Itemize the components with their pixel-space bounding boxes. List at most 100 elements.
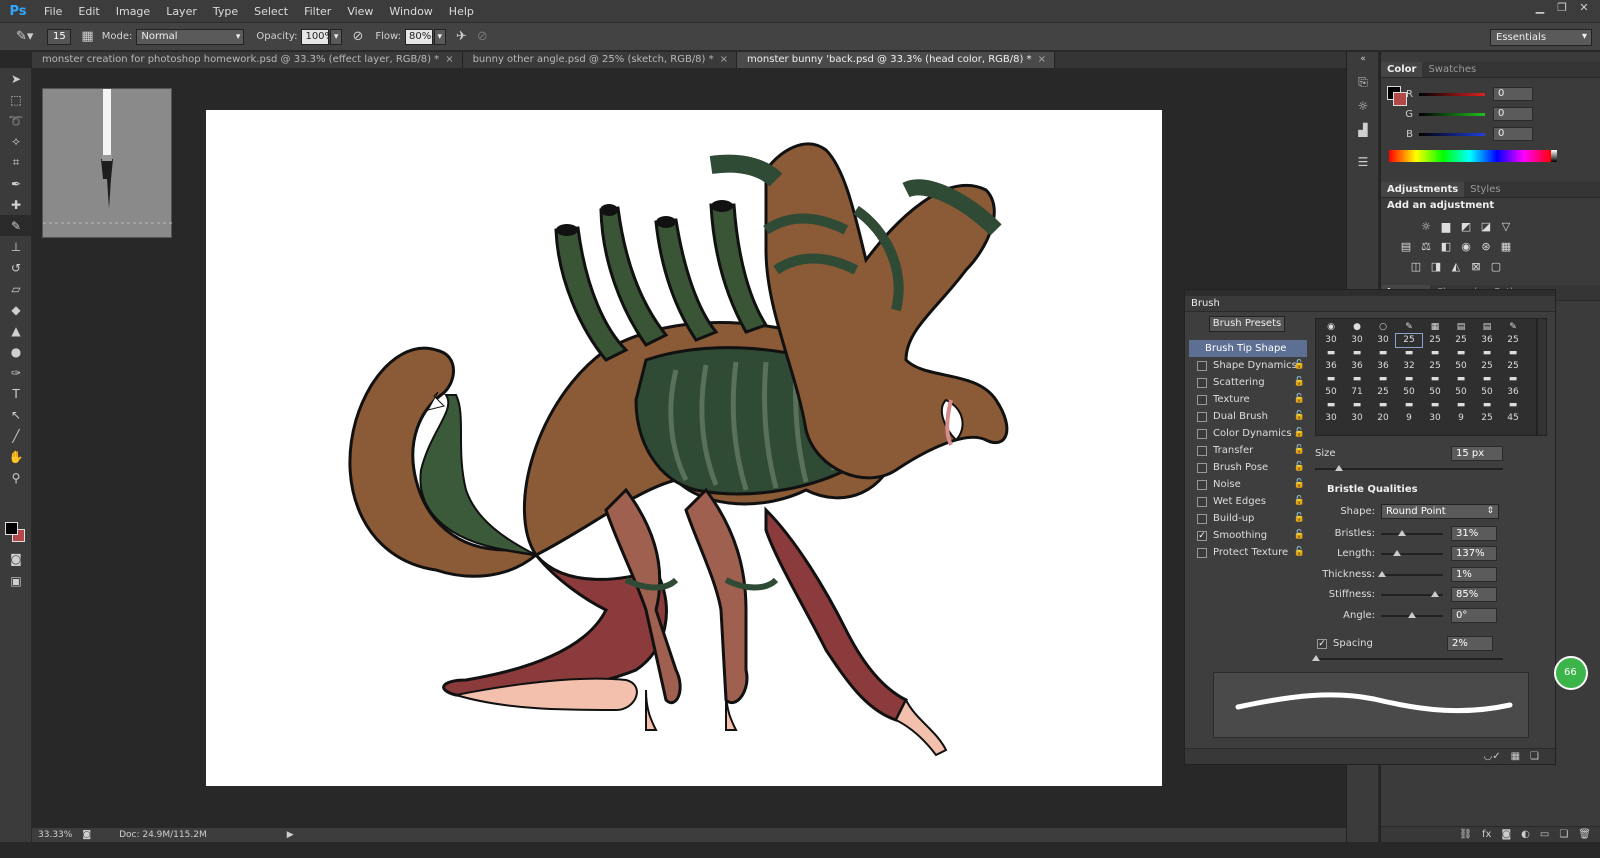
flow-dropdown[interactable] — [434, 28, 447, 45]
exposure-icon[interactable]: ◪ — [1479, 221, 1493, 233]
brush-tip-size[interactable]: 36 — [1474, 334, 1500, 347]
brush-tip-size[interactable]: 50 — [1396, 386, 1422, 399]
spacing-slider[interactable] — [1312, 655, 1503, 661]
vibrance-icon[interactable]: ▽ — [1499, 221, 1513, 233]
checkbox[interactable] — [1197, 360, 1207, 371]
brush-tip-size[interactable]: 9 — [1396, 412, 1422, 425]
screen-mode-icon[interactable]: ▣ — [0, 570, 32, 591]
selective-color-icon[interactable]: ▢ — [1489, 261, 1503, 273]
pressure-opacity-icon[interactable]: ⊘ — [352, 29, 363, 44]
red-value[interactable]: 0 — [1493, 87, 1533, 101]
lasso-tool-icon[interactable]: ➰ — [0, 110, 32, 131]
brush-tip-icon[interactable]: ✎ — [1500, 321, 1526, 334]
brush-tip-size[interactable]: 30 — [1344, 334, 1370, 347]
brush-tip-icon[interactable]: ▬ — [1474, 399, 1500, 412]
brush-tip-icon[interactable]: ▬ — [1448, 347, 1474, 360]
document-tab[interactable]: monster creation for photoshop homework.… — [32, 52, 463, 68]
menu-image[interactable]: Image — [108, 5, 158, 18]
slider-thumb[interactable] — [1408, 611, 1416, 618]
menu-edit[interactable]: Edit — [70, 5, 107, 18]
mask-icon[interactable]: ◙ — [1501, 827, 1511, 842]
menu-file[interactable]: File — [36, 5, 70, 18]
lock-icon[interactable]: 🔓 — [1294, 360, 1305, 370]
brush-tip-icon[interactable]: ▬ — [1422, 347, 1448, 360]
brush-tip-icon[interactable]: ● — [1344, 321, 1370, 334]
brush-tip-size[interactable]: 50 — [1448, 386, 1474, 399]
brush-tip-icon[interactable]: ▬ — [1370, 347, 1396, 360]
brush-tip-icon[interactable]: ▬ — [1370, 373, 1396, 386]
hand-tool-icon[interactable]: ✋ — [0, 446, 32, 467]
slider-thumb[interactable] — [1312, 655, 1320, 661]
checkbox[interactable] — [1197, 377, 1207, 388]
green-slider[interactable] — [1419, 112, 1485, 116]
brush-tip-size[interactable]: 36 — [1344, 360, 1370, 373]
brush-tip-size[interactable]: 9 — [1448, 412, 1474, 425]
tab-swatches[interactable]: Swatches — [1422, 62, 1482, 77]
properties-icon[interactable]: ☼ — [1347, 94, 1379, 118]
slider-thumb[interactable] — [1335, 465, 1343, 471]
brush-tip-icon[interactable]: ▬ — [1344, 399, 1370, 412]
brush-tip-icon[interactable]: ▬ — [1396, 399, 1422, 412]
link-icon[interactable]: ⛓ — [1459, 827, 1472, 842]
brush-tip-size[interactable]: 50 — [1474, 386, 1500, 399]
lock-icon[interactable]: 🔓 — [1294, 445, 1305, 455]
brush-tip-icon[interactable]: ▬ — [1500, 347, 1526, 360]
lock-icon[interactable]: 🔓 — [1294, 462, 1305, 472]
quick-mask-icon[interactable]: ◙ — [0, 548, 32, 569]
brush-option-item[interactable]: Color Dynamics 🔓 — [1189, 425, 1307, 442]
bristles-field[interactable]: 31% — [1451, 526, 1497, 541]
menu-layer[interactable]: Layer — [158, 5, 205, 18]
document-tab[interactable]: bunny other angle.psd @ 25% (sketch, RGB… — [462, 52, 738, 68]
brush-panel-toggle-icon[interactable]: ▦ — [81, 29, 93, 44]
lock-icon[interactable]: 🔓 — [1294, 428, 1305, 438]
brush-tip-icon[interactable]: ▬ — [1318, 373, 1344, 386]
marquee-tool-icon[interactable]: ⬚ — [0, 89, 32, 110]
restore-icon[interactable]: ❐ — [1554, 1, 1570, 15]
history-brush-tool-icon[interactable]: ↺ — [0, 257, 32, 278]
brightness-icon[interactable]: ☼ — [1419, 221, 1433, 233]
lock-icon[interactable]: 🔓 — [1294, 377, 1305, 387]
blue-value[interactable]: 0 — [1493, 127, 1533, 141]
dodge-tool-icon[interactable]: ● — [0, 341, 32, 362]
tab-styles[interactable]: Styles — [1464, 182, 1506, 197]
brush-tip-icon[interactable]: ▬ — [1370, 399, 1396, 412]
checkbox[interactable] — [1197, 462, 1207, 473]
line-tool-icon[interactable]: ╱ — [0, 425, 32, 446]
brush-tip-icon[interactable]: ▬ — [1422, 399, 1448, 412]
brush-tip-icon[interactable]: ✎ — [1396, 321, 1422, 334]
brush-tip-size[interactable]: 25 — [1474, 412, 1500, 425]
checkbox[interactable]: ✓ — [1197, 530, 1207, 541]
bw-icon[interactable]: ◧ — [1439, 241, 1453, 253]
color-spectrum[interactable] — [1389, 150, 1551, 162]
brush-tip-size[interactable]: 71 — [1344, 386, 1370, 399]
quick-select-tool-icon[interactable]: ✧ — [0, 131, 32, 152]
opacity-field[interactable]: 100% — [301, 28, 334, 45]
brush-tip-icon[interactable]: ▤ — [1474, 321, 1500, 334]
opacity-dropdown[interactable] — [330, 28, 343, 45]
histogram-icon[interactable]: ▟ — [1347, 118, 1379, 142]
brush-tip-icon[interactable]: ▬ — [1344, 347, 1370, 360]
new-layer-icon[interactable]: ❏ — [1559, 827, 1568, 842]
toggle-preview-icon[interactable]: ◡✓ — [1483, 749, 1500, 764]
pen-tool-icon[interactable]: ✑ — [0, 362, 32, 383]
brush-tip-icon[interactable]: ○ — [1370, 321, 1396, 334]
status-menu-icon[interactable]: ◙ — [82, 830, 91, 840]
healing-brush-tool-icon[interactable]: ✚ — [0, 194, 32, 215]
close-icon[interactable]: ✕ — [1576, 1, 1592, 15]
brush-tip-icon[interactable]: ▬ — [1422, 373, 1448, 386]
color-spectrum-bw[interactable] — [1551, 150, 1557, 162]
lock-icon[interactable]: 🔓 — [1294, 530, 1305, 540]
lock-icon[interactable]: 🔓 — [1294, 513, 1305, 523]
levels-icon[interactable]: ▆ — [1439, 221, 1453, 233]
brush-tip-size[interactable]: 36 — [1318, 360, 1344, 373]
lock-icon[interactable]: 🔓 — [1294, 547, 1305, 557]
checkbox[interactable] — [1197, 496, 1207, 507]
brush-tool-icon[interactable]: ✎ — [0, 215, 32, 236]
trash-icon[interactable]: 🗑 — [1578, 827, 1591, 842]
grid-icon[interactable]: ▦ — [1511, 749, 1520, 764]
brush-tip-icon[interactable]: ▤ — [1448, 321, 1474, 334]
stiffness-slider[interactable] — [1381, 590, 1443, 597]
brush-option-item[interactable]: Transfer 🔓 — [1189, 442, 1307, 459]
brush-tip-icon[interactable]: ▬ — [1344, 373, 1370, 386]
brush-tip-size[interactable]: 25 — [1422, 334, 1448, 347]
